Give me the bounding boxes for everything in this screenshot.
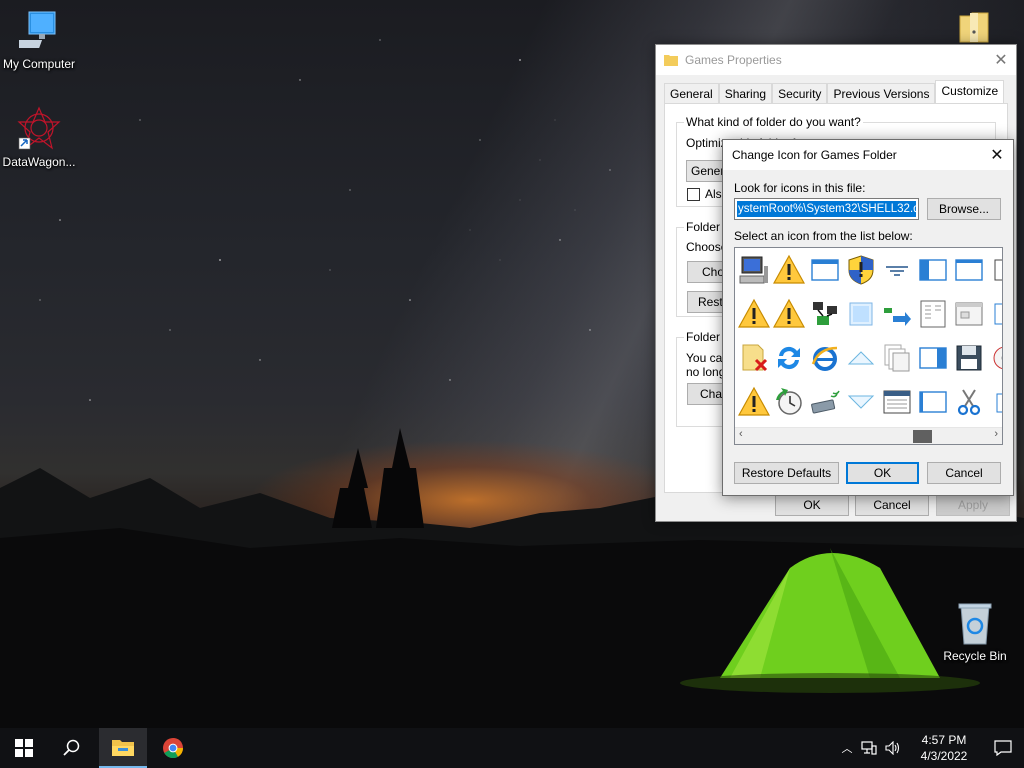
windows-logo-icon	[15, 739, 33, 757]
chevron-up-icon: ︿	[841, 743, 853, 755]
cd-partial-icon[interactable]	[987, 340, 1002, 376]
tab-previous-versions[interactable]: Previous Versions	[827, 83, 936, 104]
also-apply-checkbox[interactable]	[687, 188, 700, 201]
start-button[interactable]	[0, 728, 48, 768]
internet-explorer-icon[interactable]	[807, 340, 843, 376]
arrow-up-icon[interactable]	[843, 340, 879, 376]
icon-list-scrollbar[interactable]: ‹ ›	[735, 427, 1002, 444]
computer-icon	[19, 11, 56, 48]
window-icon[interactable]	[807, 252, 843, 288]
window-partial-icon[interactable]	[987, 384, 1002, 420]
stacked-pages-icon[interactable]	[879, 340, 915, 376]
properties-title: Games Properties	[685, 53, 782, 67]
clock-time: 4:57 PM	[921, 733, 967, 747]
folder-zip-icon[interactable]	[958, 10, 990, 44]
folder-icon	[664, 55, 678, 66]
change-icon-cancel-button[interactable]: Cancel	[927, 462, 1001, 484]
file-explorer-icon	[112, 740, 134, 756]
close-icon: ✕	[990, 147, 1004, 164]
scroll-left-arrow-icon[interactable]: ‹	[739, 428, 743, 440]
properties-apply-button[interactable]: Apply	[936, 494, 1010, 516]
warning-icon[interactable]	[771, 252, 807, 288]
clock-icon[interactable]	[771, 384, 807, 420]
icon-file-path-input[interactable]: ystemRoot%\System32\SHELL32.dll	[734, 198, 919, 220]
change-icon-titlebar: Change Icon for Games Folder ✕	[723, 140, 1013, 170]
properties-titlebar: Games Properties ✕	[656, 45, 1016, 75]
warning-icon[interactable]	[771, 296, 807, 332]
select-icon-label: Select an icon from the list below:	[734, 229, 913, 243]
move-arrow-icon[interactable]	[879, 296, 915, 332]
warning-icon[interactable]	[736, 296, 772, 332]
tab-security[interactable]: Security	[772, 83, 828, 104]
file-explorer-taskbar-button[interactable]	[99, 728, 147, 768]
scroll-right-arrow-icon[interactable]: ›	[994, 428, 998, 440]
tab-sharing[interactable]: Sharing	[718, 83, 773, 104]
change-icon-dialog: Change Icon for Games Folder ✕ Look for …	[722, 139, 1014, 496]
usb-drive-icon[interactable]	[807, 384, 843, 420]
recycle-bin-icon	[958, 603, 992, 645]
folder-delete-icon[interactable]	[736, 340, 772, 376]
volume-tray-button[interactable]	[880, 728, 906, 768]
change-icon-close-button[interactable]: ✕	[981, 140, 1013, 170]
properties-close-button[interactable]: ✕	[986, 45, 1016, 75]
search-icon	[63, 739, 80, 756]
split-window-icon[interactable]	[915, 252, 951, 288]
desktop-icon-label: My Computer	[2, 57, 76, 71]
grid-window-icon[interactable]	[879, 384, 915, 420]
properties-tabs: General Sharing Security Previous Versio…	[664, 80, 1005, 104]
network-tray-button[interactable]	[858, 728, 880, 768]
speaker-icon	[885, 741, 900, 755]
clock-date: 4/3/2022	[920, 749, 968, 763]
tab-general[interactable]: General	[664, 83, 719, 104]
icon-file-path-value: ystemRoot%\System32\SHELL32.dll	[737, 201, 919, 217]
change-icon-title: Change Icon for Games Folder	[732, 148, 897, 162]
arrow-down-icon[interactable]	[843, 384, 879, 420]
tab-customize[interactable]: Customize	[935, 80, 1005, 104]
system-tray: ︿ 4:57 PM 4/3/2022	[836, 728, 1024, 768]
network-icon[interactable]	[807, 296, 843, 332]
show-hidden-icons-button[interactable]: ︿	[836, 728, 858, 768]
desktop-icon-recycle-bin[interactable]: Recycle Bin	[933, 600, 1017, 663]
network-icon	[861, 741, 877, 755]
desktop-icon-label: Recycle Bin	[943, 649, 1007, 663]
taskbar-clock[interactable]: 4:57 PM 4/3/2022	[906, 732, 982, 764]
document-columns-icon[interactable]	[915, 296, 951, 332]
icon-list[interactable]: ‹ ›	[734, 247, 1003, 445]
dialog-window-icon[interactable]	[951, 296, 987, 332]
window-partial-icon[interactable]	[987, 252, 1002, 288]
taskbar: ︿ 4:57 PM 4/3/2022	[0, 728, 1024, 768]
computer-monitor-icon[interactable]	[736, 252, 772, 288]
blank-square-icon[interactable]	[843, 296, 879, 332]
notification-icon	[994, 740, 1012, 756]
filter-icon[interactable]	[879, 252, 915, 288]
scroll-thumb[interactable]	[913, 430, 932, 443]
window-partial-icon[interactable]	[987, 296, 1002, 332]
properties-ok-button[interactable]: OK	[775, 494, 849, 516]
close-icon: ✕	[994, 52, 1008, 69]
action-center-button[interactable]	[982, 728, 1024, 768]
window-blank-icon[interactable]	[915, 384, 951, 420]
window-pane-icon[interactable]	[915, 340, 951, 376]
warning-icon[interactable]	[736, 384, 772, 420]
datawagon-logo-icon	[17, 106, 61, 150]
window-frame-icon[interactable]	[951, 252, 987, 288]
properties-cancel-button[interactable]: Cancel	[855, 494, 929, 516]
browse-button[interactable]: Browse...	[927, 198, 1001, 220]
look-for-icons-label: Look for icons in this file:	[734, 181, 866, 195]
desktop-icon-label: DataWagon...	[2, 155, 76, 169]
chrome-taskbar-button[interactable]	[149, 728, 197, 768]
shield-icon[interactable]	[843, 252, 879, 288]
desktop-icon-datawagon[interactable]: DataWagon...	[0, 106, 81, 169]
scissors-icon[interactable]	[951, 384, 987, 420]
folder-type-group-title: What kind of folder do you want?	[684, 115, 863, 129]
refresh-icon[interactable]	[771, 340, 807, 376]
floppy-disk-icon[interactable]	[951, 340, 987, 376]
desktop-icon-my-computer[interactable]: My Computer	[0, 10, 81, 71]
restore-defaults-button[interactable]: Restore Defaults	[734, 462, 839, 484]
change-icon-ok-button[interactable]: OK	[846, 462, 919, 484]
search-button[interactable]	[48, 728, 96, 768]
chrome-icon	[163, 737, 184, 759]
